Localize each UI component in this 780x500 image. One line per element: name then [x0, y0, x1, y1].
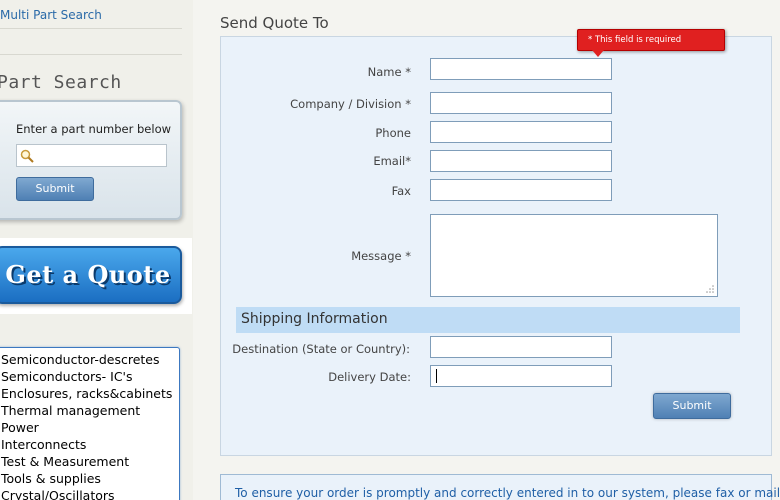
category-item[interactable]: Semiconductor-descretes: [1, 351, 179, 368]
part-search-box: Enter a part number below Submit: [0, 100, 182, 220]
email-label: Email*: [373, 154, 411, 168]
category-item[interactable]: Power: [1, 419, 179, 436]
notice-text: To ensure your order is promptly and cor…: [235, 486, 780, 500]
form-title: Send Quote To: [220, 14, 329, 32]
message-textarea[interactable]: [430, 214, 718, 297]
required-field-tooltip: * This field is required: [577, 29, 725, 57]
destination-field[interactable]: [430, 336, 612, 358]
divider: [0, 54, 182, 55]
submit-button[interactable]: Submit: [653, 393, 731, 419]
message-label: Message *: [351, 249, 411, 263]
get-quote-banner: Get a Quote: [0, 238, 192, 314]
name-label: Name *: [367, 65, 411, 79]
part-search-title: Part Search: [0, 72, 122, 93]
delivery-date-field[interactable]: [430, 365, 612, 387]
name-field[interactable]: [430, 58, 612, 80]
delivery-date-label: Delivery Date:: [328, 370, 411, 384]
phone-field[interactable]: [430, 121, 612, 143]
part-search-prompt: Enter a part number below: [16, 122, 172, 136]
search-icon: [20, 149, 34, 163]
phone-label: Phone: [375, 126, 411, 140]
multi-part-search-link[interactable]: Multi Part Search: [0, 8, 102, 22]
fax-field[interactable]: [430, 179, 612, 201]
category-item[interactable]: Interconnects: [1, 436, 179, 453]
company-label: Company / Division *: [290, 97, 411, 111]
fax-label: Fax: [391, 184, 411, 198]
category-list: Semiconductor-descretes Semiconductors- …: [0, 347, 180, 500]
resize-handle-icon[interactable]: [706, 285, 714, 293]
category-item[interactable]: Crystal/Oscillators: [1, 487, 179, 500]
part-number-input[interactable]: [16, 144, 167, 167]
category-item[interactable]: Enclosures, racks&cabinets: [1, 385, 179, 402]
main-content: Send Quote To Name * * This field is req…: [193, 0, 780, 500]
category-item[interactable]: Thermal management: [1, 402, 179, 419]
page: Multi Part Search Part Search Enter a pa…: [0, 0, 780, 500]
company-field[interactable]: [430, 92, 612, 114]
shipping-title: Shipping Information: [241, 311, 388, 327]
category-item[interactable]: Semiconductors- IC's: [1, 368, 179, 385]
part-search-submit-button[interactable]: Submit: [16, 177, 94, 201]
quote-form: Name * * This field is required Company …: [220, 29, 772, 456]
email-field[interactable]: [430, 150, 612, 172]
notice-box: To ensure your order is promptly and cor…: [220, 474, 780, 500]
destination-label: Destination (State or Country):: [232, 342, 410, 356]
category-item[interactable]: Test & Measurement: [1, 453, 179, 470]
divider: [0, 28, 182, 29]
get-quote-button[interactable]: Get a Quote: [0, 246, 182, 304]
category-item[interactable]: Tools & supplies: [1, 470, 179, 487]
sidebar: Multi Part Search Part Search Enter a pa…: [0, 0, 193, 500]
shipping-header: Shipping Information: [236, 307, 740, 333]
text-caret: [436, 369, 437, 383]
